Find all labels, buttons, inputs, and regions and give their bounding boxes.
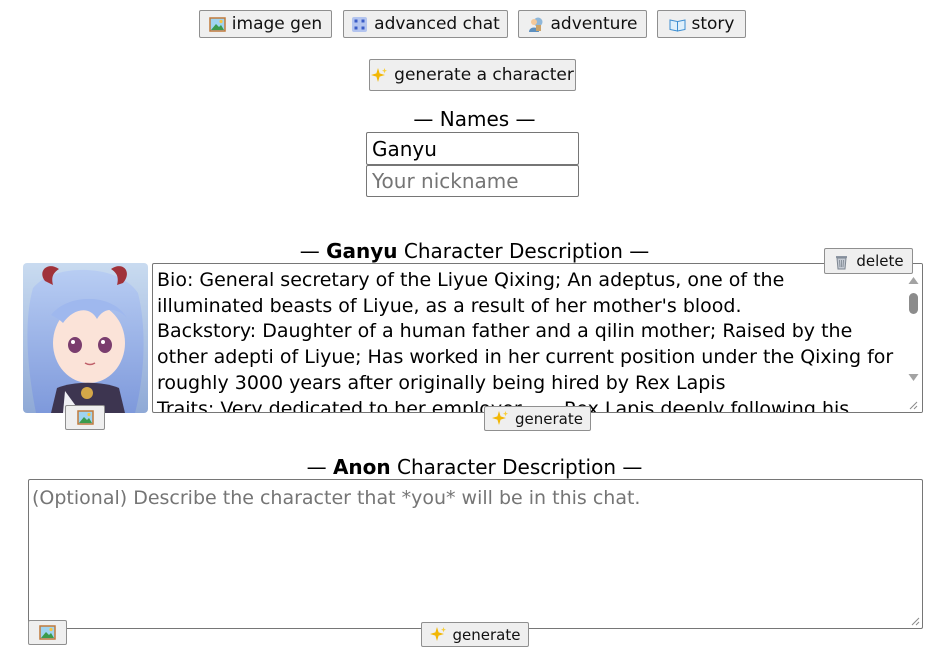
character-description-heading: — Ganyu Character Description — [299, 239, 650, 263]
wastebasket-icon [833, 253, 850, 270]
generate-character-label: generate a character [394, 65, 574, 85]
character-generate-button[interactable]: generate [484, 406, 591, 431]
character-description-text: Bio: General secretary of the Liyue Qixi… [157, 269, 894, 413]
sparkles-icon [371, 67, 388, 84]
character-avatar-change-button[interactable] [65, 405, 105, 430]
user-description-placeholder: (Optional) Describe the character that *… [32, 487, 641, 509]
character-name: Ganyu [326, 239, 398, 263]
adventure-label: adventure [550, 14, 638, 34]
user-generate-label: generate [452, 625, 521, 644]
image-gen-button[interactable]: image gen [199, 10, 332, 38]
names-heading: — Names — [413, 107, 536, 131]
adventure-button[interactable]: adventure [518, 10, 647, 38]
story-button[interactable]: story [657, 10, 746, 38]
sparkles-icon [492, 410, 509, 427]
grid-icon [351, 16, 368, 33]
user-avatar-change-button[interactable] [28, 620, 67, 645]
character-description-scrollbar[interactable] [905, 264, 922, 412]
character-generate-label: generate [515, 409, 583, 428]
picture-icon [209, 16, 226, 33]
user-name: Anon [332, 455, 391, 479]
user-description-textarea[interactable]: (Optional) Describe the character that *… [28, 479, 923, 629]
character-avatar [23, 263, 148, 413]
advanced-chat-label: advanced chat [374, 14, 500, 34]
sparkles-icon [429, 626, 447, 643]
character-name-input[interactable] [366, 132, 579, 165]
user-generate-button[interactable]: generate [421, 622, 529, 647]
user-description-heading: — Anon Character Description — [306, 455, 643, 479]
generate-character-button[interactable]: generate a character [369, 59, 576, 91]
resize-grip-icon[interactable] [908, 400, 918, 410]
picture-icon [76, 409, 94, 426]
picture-icon [39, 624, 56, 641]
resize-grip-icon[interactable] [910, 616, 920, 626]
open-book-icon [669, 16, 686, 33]
delete-label: delete [856, 252, 904, 270]
delete-button[interactable]: delete [824, 248, 913, 274]
story-label: story [691, 14, 735, 34]
nickname-input[interactable] [366, 165, 579, 197]
advanced-chat-button[interactable]: advanced chat [343, 10, 508, 38]
image-gen-label: image gen [231, 14, 323, 34]
explorer-icon [527, 16, 544, 33]
character-description-textarea[interactable]: Bio: General secretary of the Liyue Qixi… [152, 263, 923, 413]
